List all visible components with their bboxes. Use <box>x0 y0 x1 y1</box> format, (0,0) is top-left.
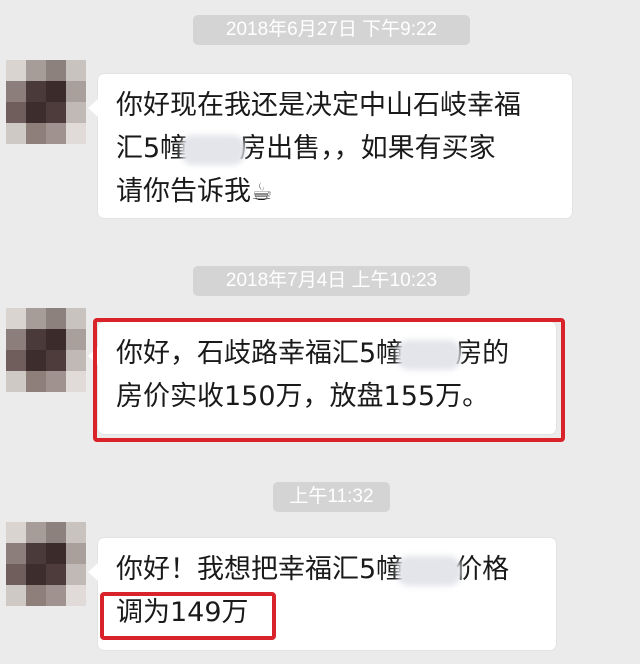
timestamp-2: 2018年7月4日 上午10:23 <box>193 266 470 296</box>
avatar[interactable] <box>6 308 86 392</box>
message-bubble-1[interactable]: 你好现在我还是决定中山石岐幸福 汇5幢 房出售，，如果有买家 请你告诉我☕ <box>88 74 572 218</box>
timestamp-3: 上午11:32 <box>273 482 390 512</box>
highlight-box-new-price <box>100 592 276 640</box>
message-line: 你好！我想把幸福汇5幢 价格 <box>116 548 536 591</box>
message-text: 你好！我想把幸福汇5幢 <box>116 554 404 585</box>
avatar[interactable] <box>6 522 86 606</box>
coffee-cup-icon: ☕ <box>251 178 273 206</box>
redacted-blur <box>397 555 462 586</box>
message-text: 房出售，，如果有买家 <box>239 133 496 164</box>
avatar[interactable] <box>6 60 86 144</box>
message-text: 价格 <box>455 554 510 585</box>
message-text: 请你告诉我 <box>116 176 251 207</box>
redacted-blur <box>181 134 246 165</box>
message-line: 请你告诉我☕ <box>116 170 552 214</box>
message-line: 汇5幢 房出售，，如果有买家 <box>116 127 552 170</box>
timestamp-1: 2018年6月27日 下午9:22 <box>193 15 470 45</box>
highlight-box-price <box>93 318 565 442</box>
message-text: 汇5幢 <box>116 133 188 164</box>
message-line: 你好现在我还是决定中山石岐幸福 <box>116 90 521 121</box>
